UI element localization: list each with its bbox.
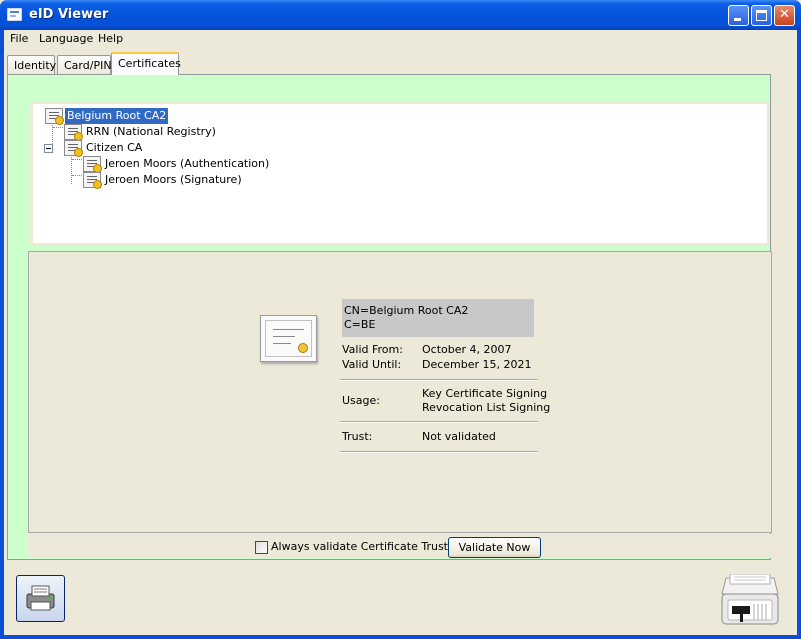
certificate-icon: [45, 108, 64, 125]
valid-from-value: October 4, 2007: [422, 343, 512, 356]
validate-now-button[interactable]: Validate Now: [448, 537, 541, 558]
divider: [340, 379, 538, 381]
minimize-button[interactable]: [728, 5, 749, 26]
certificate-icon: [64, 140, 83, 157]
tree-connector: [71, 152, 72, 184]
tab-certificates[interactable]: Certificates: [111, 52, 181, 75]
usage-value-1: Key Certificate Signing: [422, 387, 548, 400]
certificate-icon: [260, 315, 317, 362]
valid-from-label: Valid From:: [342, 343, 403, 356]
print-icon: [26, 585, 55, 611]
tree-node-label: RRN (National Registry): [86, 125, 216, 138]
subject-box: CN=Belgium Root CA2 C=BE: [342, 299, 534, 337]
always-validate-label[interactable]: Always validate Certificate Trust: [271, 540, 448, 553]
tab-identity[interactable]: Identity: [7, 55, 56, 74]
collapse-toggle[interactable]: [44, 144, 53, 153]
title-bar[interactable]: eID Viewer ✕: [0, 0, 801, 30]
trust-value: Not validated: [422, 430, 496, 443]
tree-connector: [53, 127, 63, 128]
divider: [340, 451, 538, 453]
close-button[interactable]: ✕: [774, 5, 795, 26]
app-icon: [7, 8, 22, 21]
maximize-icon: [756, 10, 767, 21]
certificates-panel: Belgium Root CA2 RRN (National Registry)…: [7, 74, 772, 560]
client-area: File Language Help Identity Card/PIN Cer…: [4, 30, 797, 635]
usage-value-2: Revocation List Signing: [422, 401, 551, 414]
usage-label: Usage:: [342, 394, 380, 407]
subject-c: C=BE: [344, 318, 376, 331]
close-icon: ✕: [779, 7, 790, 22]
menu-file[interactable]: File: [10, 32, 28, 45]
tree-node-label: Belgium Root CA2: [63, 107, 170, 125]
certificate-details: CN=Belgium Root CA2 C=BE Valid From: Oct…: [28, 251, 772, 533]
card-reader-icon: [721, 574, 779, 625]
tree-node-label: Citizen CA: [86, 141, 143, 154]
print-button[interactable]: [16, 575, 65, 622]
valid-until-label: Valid Until:: [342, 358, 402, 371]
divider: [340, 421, 538, 423]
menu-language[interactable]: Language: [39, 32, 93, 45]
always-validate-checkbox[interactable]: [255, 541, 268, 554]
maximize-button[interactable]: [751, 5, 772, 26]
trust-label: Trust:: [342, 430, 373, 443]
subject-cn: CN=Belgium Root CA2: [344, 304, 469, 317]
valid-until-value: December 15, 2021: [422, 358, 532, 371]
window-title: eID Viewer: [29, 7, 109, 22]
certificate-icon: [64, 124, 83, 141]
tree-node-label: Jeroen Moors (Authentication): [105, 157, 270, 170]
tree-node-label: Jeroen Moors (Signature): [105, 173, 242, 186]
certificate-tree[interactable]: Belgium Root CA2 RRN (National Registry)…: [33, 104, 767, 243]
tree-connector: [72, 159, 82, 160]
certificate-icon: [83, 156, 102, 173]
validate-bar: Always validate Certificate Trust Valida…: [28, 534, 772, 558]
minimize-icon: [734, 18, 741, 21]
certificate-tree-box: Belgium Root CA2 RRN (National Registry)…: [30, 101, 770, 246]
tab-card-pin[interactable]: Card/PIN: [57, 55, 112, 74]
certificate-icon: [83, 172, 102, 189]
menu-help[interactable]: Help: [98, 32, 123, 45]
app-window: eID Viewer ✕ File Language Help Identity…: [0, 0, 801, 639]
tree-connector: [72, 175, 82, 176]
status-area: [4, 565, 797, 635]
menu-bar: File Language Help: [4, 30, 797, 49]
